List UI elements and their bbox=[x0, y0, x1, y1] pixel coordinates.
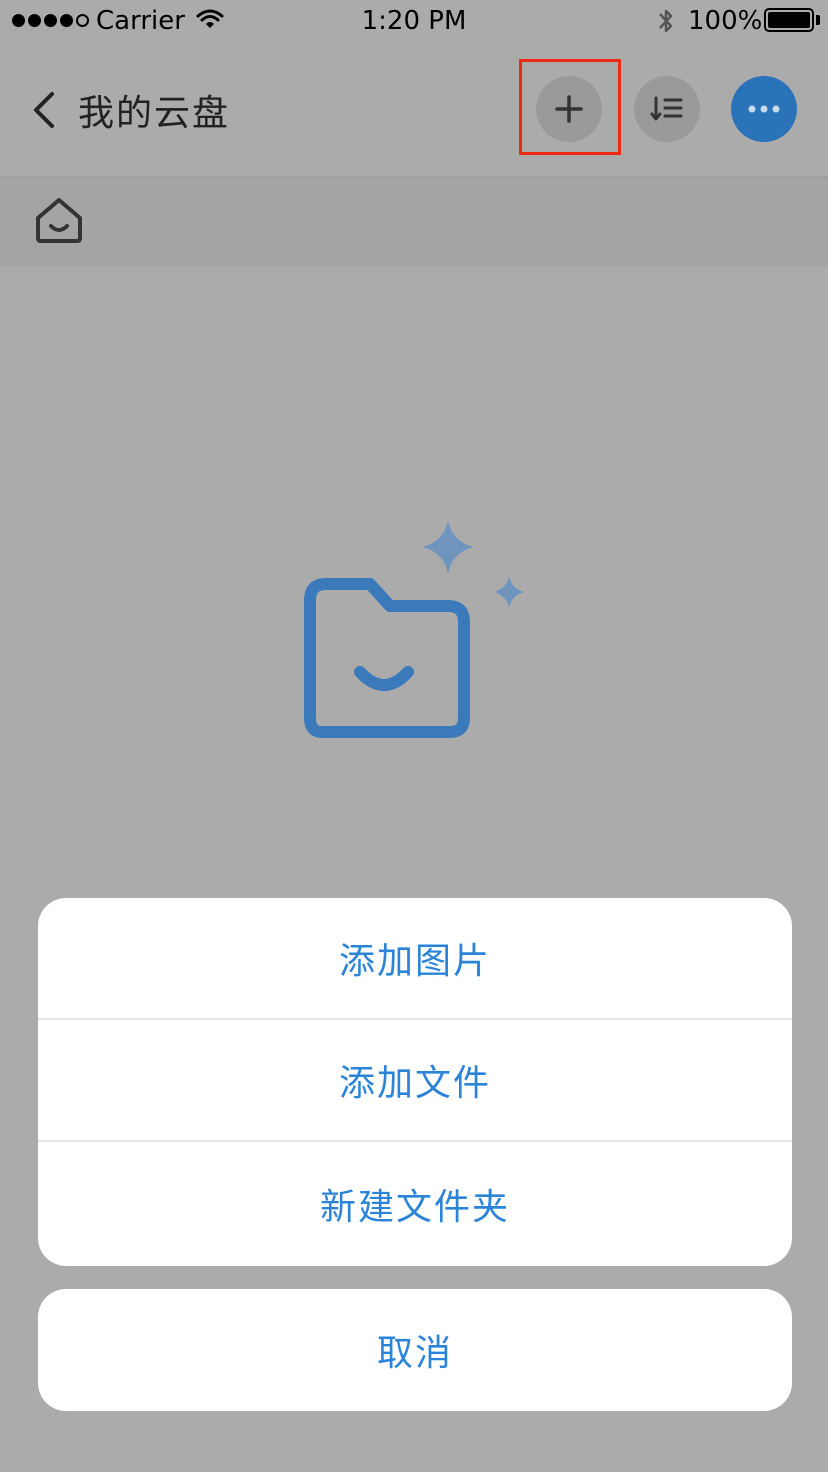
breadcrumb bbox=[0, 178, 828, 266]
folder-smile-icon bbox=[290, 510, 540, 754]
more-dots-icon bbox=[748, 105, 780, 113]
navigation-bar: 我的云盘 bbox=[0, 44, 828, 176]
page-title: 我的云盘 bbox=[78, 93, 231, 134]
status-bar: Carrier 1:20 PM 100% bbox=[0, 0, 828, 44]
chevron-left-icon bbox=[34, 92, 54, 128]
battery-icon bbox=[764, 8, 814, 32]
action-sheet: 添加图片 添加文件 新建文件夹 bbox=[38, 898, 792, 1266]
battery-percentage: 100% bbox=[688, 6, 763, 36]
back-button[interactable] bbox=[28, 88, 64, 132]
highlight-box bbox=[519, 59, 621, 155]
cancel-button[interactable]: 取消 bbox=[38, 1289, 792, 1411]
sort-button[interactable] bbox=[634, 76, 700, 142]
sort-list-icon bbox=[650, 96, 683, 121]
battery-tip bbox=[816, 15, 820, 25]
add-file-option[interactable]: 添加文件 bbox=[38, 1020, 792, 1142]
add-image-option[interactable]: 添加图片 bbox=[38, 898, 792, 1020]
more-button[interactable] bbox=[731, 76, 797, 142]
new-folder-option[interactable]: 新建文件夹 bbox=[38, 1142, 792, 1266]
bluetooth-icon bbox=[656, 6, 676, 40]
home-icon[interactable] bbox=[32, 196, 86, 248]
